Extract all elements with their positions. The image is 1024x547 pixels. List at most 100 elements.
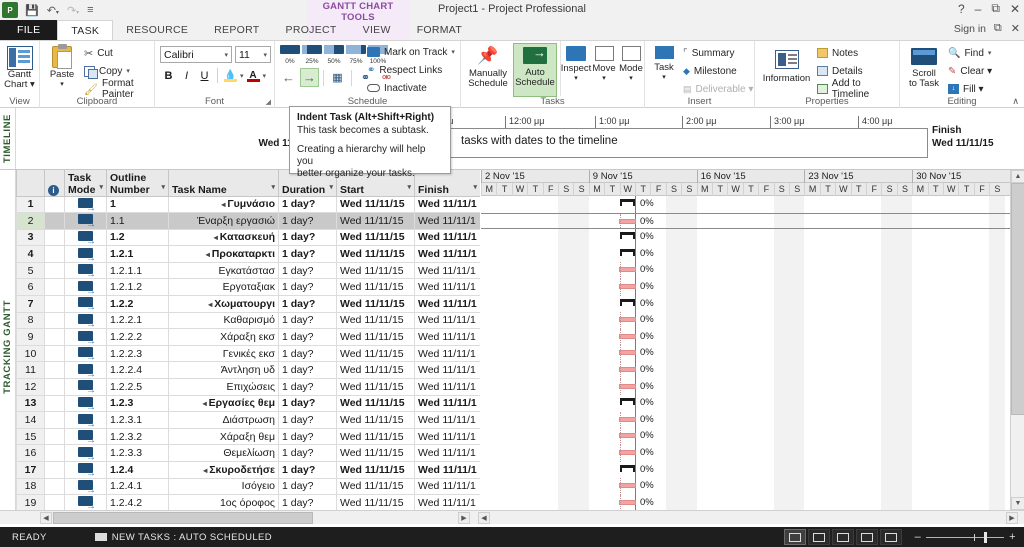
scroll-down-button[interactable]: ▼ bbox=[1011, 497, 1024, 510]
tab-task[interactable]: TASK bbox=[57, 20, 114, 40]
move-dropdown-arrow[interactable]: ▾ bbox=[602, 74, 606, 84]
row-start-cell[interactable]: Wed 11/11/15 bbox=[336, 278, 415, 297]
row-id-cell[interactable]: 13 bbox=[16, 395, 45, 413]
gantt-row[interactable]: 0% bbox=[481, 478, 1010, 495]
gantt-row[interactable]: 0% bbox=[481, 246, 1010, 263]
tab-file[interactable]: FILE bbox=[0, 20, 58, 40]
pct-complete-25-button[interactable]: 25% bbox=[301, 43, 323, 65]
close-icon[interactable]: ✕ bbox=[1010, 2, 1020, 16]
row-start-cell[interactable]: Wed 11/11/15 bbox=[336, 395, 415, 413]
pct-complete-75-button[interactable]: 75% bbox=[345, 43, 367, 65]
indent-task-button[interactable]: → bbox=[300, 68, 319, 87]
column-header-indicators[interactable]: i bbox=[44, 170, 65, 197]
row-task-mode-cell[interactable] bbox=[64, 494, 107, 512]
ribbon-window-controls[interactable]: ⧉ ✕ bbox=[994, 22, 1020, 35]
gantt-task-bar[interactable] bbox=[618, 333, 636, 339]
tab-format[interactable]: FORMAT bbox=[404, 20, 475, 40]
row-indicator-cell[interactable] bbox=[44, 345, 65, 363]
gantt-summary-bar[interactable] bbox=[619, 199, 635, 206]
row-id-cell[interactable]: 16 bbox=[16, 444, 45, 462]
font-dialog-launcher-icon[interactable]: ◢ bbox=[266, 98, 271, 106]
row-outline-cell[interactable]: 1.2.2.2 bbox=[106, 328, 169, 346]
table-scroll-thumb[interactable] bbox=[53, 512, 313, 524]
gantt-row[interactable]: 0% bbox=[481, 328, 1010, 346]
summary-button[interactable]: ⌜ Summary bbox=[683, 45, 753, 61]
row-indicator-cell[interactable] bbox=[44, 328, 65, 346]
row-outline-cell[interactable]: 1.2.2.5 bbox=[106, 378, 169, 396]
format-painter-button[interactable]: 🖌 Format Painter bbox=[84, 78, 154, 100]
row-outline-cell[interactable]: 1.2.3 bbox=[106, 395, 169, 413]
inspect-dropdown-arrow[interactable]: ▾ bbox=[574, 74, 578, 84]
gantt-task-bar[interactable] bbox=[618, 433, 636, 439]
table-row[interactable]: 19 1.2.4.2 1ος όροφος1 day?Wed 11/11/15Wed… bbox=[16, 494, 480, 512]
row-start-cell[interactable]: Wed 11/11/15 bbox=[336, 494, 415, 512]
row-duration-cell[interactable]: 1 day? bbox=[278, 461, 337, 479]
vertical-scroll-thumb[interactable] bbox=[1011, 183, 1024, 415]
table-row[interactable]: 15 1.2.3.2 Χάραξη θεμ1 day?Wed 11/11/15Wed… bbox=[16, 428, 480, 446]
gantt-task-bar[interactable] bbox=[618, 449, 636, 455]
row-task-name-cell[interactable]: ◂ Γυμνάσιο bbox=[168, 196, 279, 214]
task-name-filter-chevron-down-icon[interactable]: ▾ bbox=[271, 183, 275, 191]
gantt-task-bar[interactable] bbox=[618, 317, 636, 323]
table-row[interactable]: 31.2◂Κατασκευή1 day?Wed 11/11/15Wed 11/1… bbox=[16, 229, 480, 247]
row-indicator-cell[interactable] bbox=[44, 494, 65, 512]
row-finish-cell[interactable]: Wed 11/11/1 bbox=[414, 395, 480, 413]
minimize-icon[interactable]: – bbox=[975, 2, 982, 16]
gantt-task-bar[interactable] bbox=[618, 366, 636, 372]
gantt-row[interactable]: 0% bbox=[481, 278, 1010, 296]
font-name-chevron-down-icon[interactable]: ▾ bbox=[224, 51, 228, 59]
font-size-chevron-down-icon[interactable]: ▾ bbox=[263, 51, 267, 59]
row-task-mode-cell[interactable] bbox=[64, 428, 107, 446]
help-icon[interactable]: ? bbox=[958, 2, 965, 16]
row-indicator-cell[interactable] bbox=[44, 411, 65, 429]
table-row[interactable]: 12 1.2.2.5 Επιχώσεις1 day?Wed 11/11/15Wed … bbox=[16, 378, 480, 396]
table-row[interactable]: 14 1.2.3.1 Διάστρωση1 day?Wed 11/11/15Wed … bbox=[16, 411, 480, 429]
column-header-task-mode[interactable]: Task Mode ▾ bbox=[64, 170, 107, 197]
row-start-cell[interactable]: Wed 11/11/15 bbox=[336, 229, 415, 247]
row-task-mode-cell[interactable] bbox=[64, 444, 107, 462]
row-task-mode-cell[interactable] bbox=[64, 262, 107, 280]
row-task-name-cell[interactable]: Διάστρωση bbox=[168, 411, 279, 429]
row-task-name-cell[interactable]: Έναρξη εργασιώ bbox=[168, 212, 279, 230]
row-id-cell[interactable]: 11 bbox=[16, 361, 45, 380]
row-finish-cell[interactable]: Wed 11/11/1 bbox=[414, 262, 480, 280]
row-indicator-cell[interactable] bbox=[44, 478, 65, 496]
row-outline-cell[interactable]: 1.2.2.3 bbox=[106, 345, 169, 363]
table-row[interactable]: 6 1.2.1.2 Εργοταξιακ1 day?Wed 11/11/15Wed … bbox=[16, 278, 480, 297]
collapse-triangle-icon[interactable]: ◂ bbox=[206, 250, 210, 259]
gantt-row[interactable]: 0% bbox=[481, 345, 1010, 362]
row-id-cell[interactable]: 4 bbox=[16, 245, 45, 263]
row-id-cell[interactable]: 14 bbox=[16, 411, 45, 429]
mode-button[interactable]: Mode ▾ bbox=[618, 43, 644, 97]
row-finish-cell[interactable]: Wed 11/11/1 bbox=[414, 444, 480, 462]
row-outline-cell[interactable]: 1.2.2.1 bbox=[106, 312, 169, 330]
clear-button[interactable]: ✎ Clear ▾ bbox=[948, 63, 992, 79]
row-duration-cell[interactable]: 1 day? bbox=[278, 411, 337, 429]
gantt-summary-bar[interactable] bbox=[619, 248, 635, 256]
collapse-triangle-icon[interactable]: ◂ bbox=[208, 300, 212, 309]
notes-button[interactable]: Notes bbox=[817, 45, 899, 61]
row-finish-cell[interactable]: Wed 11/11/1 bbox=[414, 361, 480, 380]
view-resource-sheet-button[interactable] bbox=[856, 529, 878, 545]
row-finish-cell[interactable]: Wed 11/11/1 bbox=[414, 378, 480, 396]
row-task-name-cell[interactable]: Επιχώσεις bbox=[168, 378, 279, 396]
row-id-cell[interactable]: 1 bbox=[16, 196, 45, 214]
row-finish-cell[interactable]: Wed 11/11/1 bbox=[414, 212, 480, 230]
table-row[interactable]: 11◂Γυμνάσιο1 day?Wed 11/11/15Wed 11/11/1 bbox=[16, 196, 480, 214]
row-id-cell[interactable]: 7 bbox=[16, 295, 45, 313]
row-finish-cell[interactable]: Wed 11/11/1 bbox=[414, 461, 480, 479]
row-finish-cell[interactable]: Wed 11/11/1 bbox=[414, 312, 480, 330]
row-id-cell[interactable]: 2 bbox=[16, 212, 45, 230]
zoom-out-button[interactable]: – bbox=[915, 531, 922, 543]
row-indicator-cell[interactable] bbox=[44, 378, 65, 396]
row-duration-cell[interactable]: 1 day? bbox=[278, 444, 337, 462]
row-indicator-cell[interactable] bbox=[44, 444, 65, 462]
row-finish-cell[interactable]: Wed 11/11/1 bbox=[414, 295, 480, 313]
row-id-cell[interactable]: 19 bbox=[16, 494, 45, 512]
gantt-task-bar[interactable] bbox=[618, 483, 636, 489]
gantt-row[interactable]: 0% bbox=[481, 411, 1010, 429]
gantt-task-bar[interactable] bbox=[618, 499, 636, 505]
row-start-cell[interactable]: Wed 11/11/15 bbox=[336, 196, 415, 214]
scroll-up-button[interactable]: ▲ bbox=[1011, 170, 1024, 183]
gantt-scroll-left-button[interactable]: ◀ bbox=[478, 512, 490, 524]
